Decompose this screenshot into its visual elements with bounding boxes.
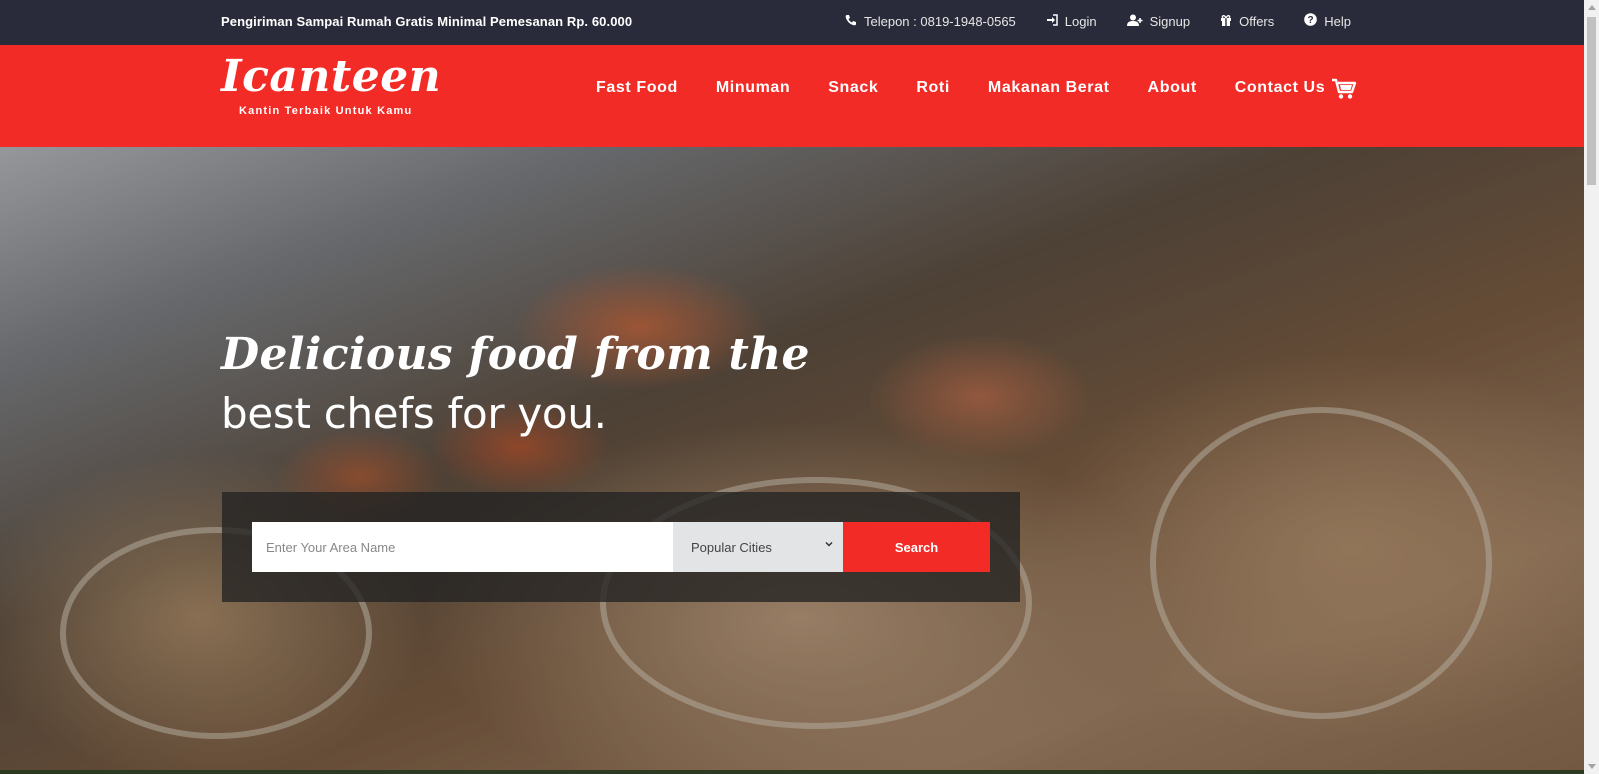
city-select-value: Popular Cities — [691, 539, 772, 555]
main-nav: Fast Food Minuman Snack Roti Makanan Ber… — [596, 79, 1325, 97]
popular-cities-select[interactable]: Popular Cities — [673, 522, 843, 572]
headline-line-2: best chefs for you. — [221, 389, 607, 438]
offers-link[interactable]: Offers — [1220, 13, 1274, 29]
page-bottom-edge — [0, 770, 1584, 774]
page-scrollbar[interactable] — [1584, 0, 1599, 774]
hero-overlay — [0, 147, 1584, 774]
scroll-up-arrow-icon[interactable] — [1588, 5, 1596, 10]
nav-makanan-berat[interactable]: Makanan Berat — [988, 79, 1110, 97]
nav-snack[interactable]: Snack — [828, 79, 878, 97]
nav-about[interactable]: About — [1148, 79, 1197, 97]
nav-roti[interactable]: Roti — [916, 79, 950, 97]
offers-label: Offers — [1239, 13, 1275, 29]
phone-icon — [845, 14, 857, 29]
sign-in-icon — [1046, 13, 1058, 29]
scrollbar-thumb[interactable] — [1587, 17, 1596, 185]
logo-name: Icanteen — [221, 51, 442, 102]
question-circle-icon: ? — [1304, 13, 1318, 29]
free-delivery-promo: Pengiriman Sampai Rumah Gratis Minimal P… — [221, 14, 633, 29]
phone-label: Telepon : 0819-1948-0565 — [864, 13, 1016, 29]
login-label: Login — [1064, 13, 1097, 29]
phone-link[interactable]: Telepon : 0819-1948-0565 — [845, 13, 1016, 29]
nav-minuman[interactable]: Minuman — [716, 79, 790, 97]
top-info-bar: Pengiriman Sampai Rumah Gratis Minimal P… — [0, 0, 1584, 45]
hero-headline: Delicious food from the best chefs for y… — [221, 325, 810, 441]
chevron-down-icon — [825, 541, 833, 547]
nav-contact-us[interactable]: Contact Us — [1235, 79, 1325, 97]
hero-banner: Delicious food from the best chefs for y… — [0, 147, 1584, 774]
site-logo[interactable]: Icanteen Kantin Terbaik Untuk Kamu — [221, 49, 441, 117]
cart-icon[interactable] — [1331, 78, 1357, 100]
help-label: Help — [1324, 13, 1352, 29]
area-search-panel: Popular Cities Search — [222, 492, 1020, 602]
user-plus-icon — [1126, 14, 1143, 29]
main-header: Icanteen Kantin Terbaik Untuk Kamu Fast … — [0, 45, 1584, 147]
login-link[interactable]: Login — [1046, 13, 1097, 29]
search-button[interactable]: Search — [843, 522, 990, 572]
top-links: Telepon : 0819-1948-0565 Login Signup Of… — [845, 13, 1351, 29]
area-search-input[interactable] — [252, 522, 676, 572]
signup-label: Signup — [1149, 13, 1191, 29]
help-link[interactable]: ? Help — [1304, 13, 1351, 29]
svg-text:?: ? — [1308, 15, 1314, 26]
scroll-down-arrow-icon[interactable] — [1588, 764, 1596, 769]
signup-link[interactable]: Signup — [1126, 13, 1191, 29]
logo-tagline: Kantin Terbaik Untuk Kamu — [239, 105, 413, 117]
headline-line-1: Delicious food from the — [221, 329, 810, 380]
gift-icon — [1220, 14, 1232, 29]
nav-fast-food[interactable]: Fast Food — [596, 79, 678, 97]
